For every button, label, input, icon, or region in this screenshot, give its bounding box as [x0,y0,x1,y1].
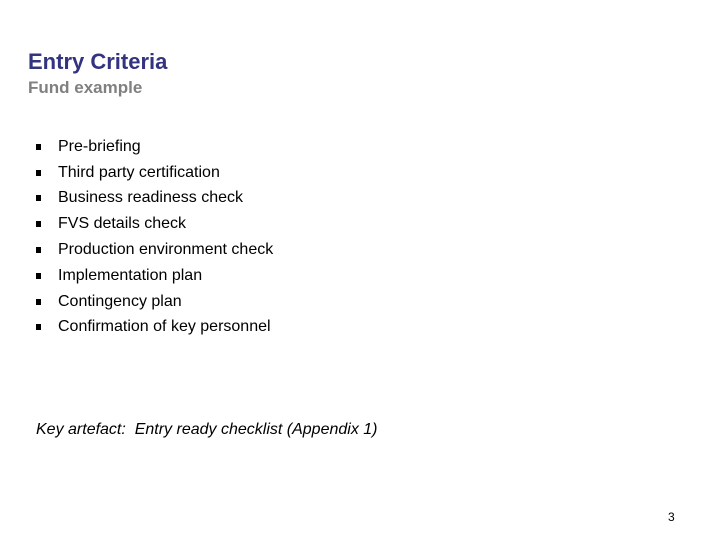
square-bullet-icon [36,169,41,176]
list-item: Confirmation of key personnel [36,315,273,341]
square-bullet-icon [36,298,41,305]
square-bullet-icon [36,143,41,150]
key-artefact-note: Key artefact: Entry ready checklist (App… [36,421,378,438]
list-item-text: Implementation plan [58,266,203,284]
list-item-text: Contingency plan [58,292,182,310]
list-item: Implementation plan [36,263,273,289]
list-item: Pre-briefing [36,134,273,160]
square-bullet-icon [36,195,41,202]
list-item: FVS details check [36,211,273,237]
list-item-text: Pre-briefing [58,137,141,155]
square-bullet-icon [36,272,41,279]
list-item: Business readiness check [36,186,273,212]
list-item: Production environment check [36,237,273,263]
list-item-text: Third party certification [58,163,220,181]
list-item: Third party certification [36,160,273,186]
page-number: 3 [668,510,675,524]
square-bullet-icon [36,324,41,331]
list-item-text: Production environment check [58,241,274,259]
square-bullet-icon [36,247,41,254]
list-item: Contingency plan [36,289,273,315]
square-bullet-icon [36,221,41,228]
criteria-list: Pre-briefing Third party certification B… [36,134,273,340]
list-item-text: Confirmation of key personnel [58,318,271,336]
slide-title: Entry Criteria [28,49,168,74]
list-item-text: Business readiness check [58,189,243,207]
list-item-text: FVS details check [58,215,187,233]
slide-subtitle: Fund example [28,78,143,97]
